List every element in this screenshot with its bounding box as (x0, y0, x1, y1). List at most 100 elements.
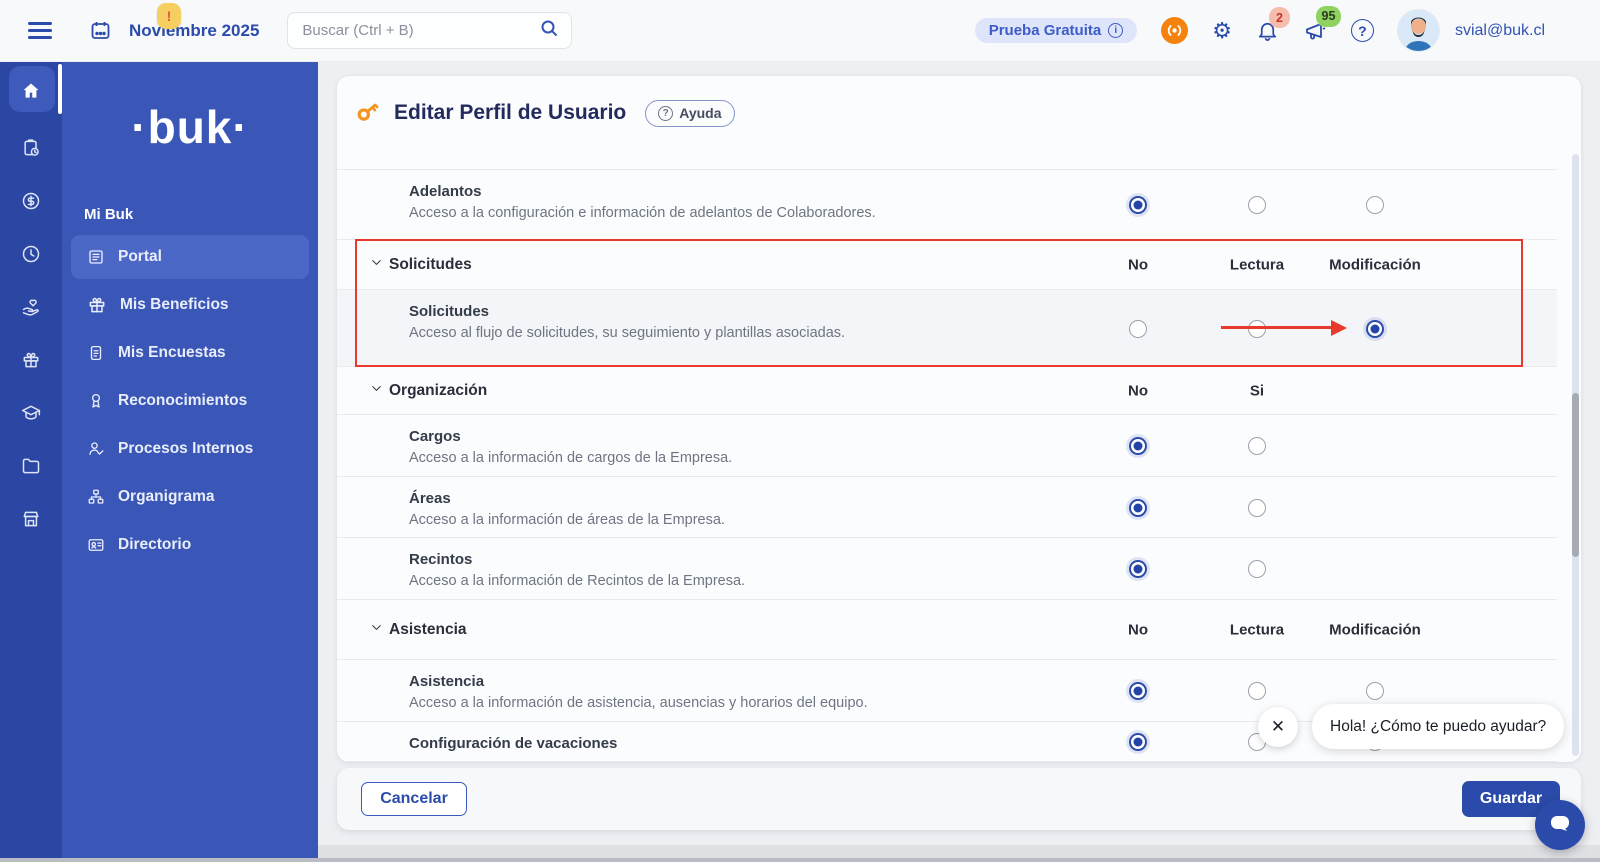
search-box[interactable] (287, 12, 573, 49)
permission-title: Cargos (409, 428, 461, 445)
chat-bubble-icon (1548, 812, 1572, 839)
sidebar-item-mis-beneficios[interactable]: Mis Beneficios (71, 283, 309, 327)
chevron-down-icon[interactable] (369, 255, 384, 275)
sidebar-item-organigrama[interactable]: Organigrama (71, 475, 309, 519)
chat-greeting-bubble[interactable]: Hola! ¿Cómo te puedo ayudar? (1312, 704, 1565, 749)
permission-radio[interactable] (1129, 437, 1147, 455)
key-icon (355, 98, 381, 129)
buk-logo: ·buk· (131, 101, 249, 153)
chat-launcher-button[interactable] (1535, 800, 1585, 850)
icon-rail (0, 62, 62, 859)
sidebar-item-label: Mis Encuestas (118, 344, 226, 361)
sidebar: ·buk· Mi Buk Portal Mis Beneficios Mis Enc… (62, 62, 318, 859)
section-header-asistencia[interactable]: Asistencia No Lectura Modificación (337, 600, 1557, 660)
permission-radio[interactable] (1129, 682, 1147, 700)
rail-item-folder[interactable] (0, 442, 62, 495)
permission-radio[interactable] (1129, 319, 1147, 338)
help-circle-icon: ? (658, 105, 674, 121)
permission-description: Acceso a la configuración e información … (409, 205, 876, 221)
trial-label: Prueba Gratuita (988, 22, 1102, 39)
money-icon (21, 191, 41, 216)
rail-item-graduation-cap[interactable] (0, 389, 62, 442)
announcements-megaphone-icon[interactable]: 95 (1303, 5, 1341, 43)
permission-row-recintos: Recintos Acceso a la información de Recin… (337, 538, 1557, 600)
settings-gear-icon[interactable]: ⚙ (1212, 19, 1232, 42)
help-button[interactable]: ? Ayuda (645, 99, 735, 127)
search-icon[interactable] (540, 19, 559, 43)
section-title: Solicitudes (389, 255, 472, 273)
sidebar-item-directorio[interactable]: Directorio (71, 523, 309, 567)
person-check-icon (87, 440, 105, 458)
permission-radio[interactable] (1129, 560, 1147, 578)
permission-radio[interactable] (1366, 319, 1384, 338)
section-header-solicitudes[interactable]: Solicitudes No Lectura Modificación (337, 240, 1557, 290)
sidebar-item-portal[interactable]: Portal (71, 235, 309, 279)
portal-icon (87, 248, 105, 266)
rail-item-hand-heart[interactable] (0, 283, 62, 336)
permission-text: Asistencia Acceso a la información de asi… (409, 673, 868, 711)
period-warning-badge: ! (157, 3, 181, 29)
permission-radio[interactable] (1366, 196, 1384, 214)
info-icon: i (1108, 23, 1124, 38)
announcement-count-badge: 95 (1315, 5, 1341, 27)
column-header-modificación: Modificación (1329, 621, 1421, 638)
window-edge-strip (0, 858, 1600, 862)
sidebar-section-label: Mi Buk (84, 206, 134, 223)
permission-radio[interactable] (1366, 682, 1384, 700)
search-input[interactable] (300, 21, 541, 40)
org-chart-icon (87, 488, 105, 506)
cancel-button[interactable]: Cancelar (361, 782, 467, 816)
user-avatar[interactable] (1397, 10, 1439, 51)
permission-radio[interactable] (1248, 560, 1266, 578)
permission-text: Solicitudes Acceso al flujo de solicitude… (409, 303, 845, 341)
calendar-icon[interactable] (90, 20, 111, 41)
page-title: Editar Perfil de Usuario (394, 101, 627, 124)
permission-description: Acceso al flujo de solicitudes, su segui… (409, 325, 846, 341)
sidebar-item-reconocimientos[interactable]: Reconocimientos (71, 379, 309, 423)
user-email[interactable]: svial@buk.cl (1455, 22, 1545, 40)
permission-title: Adelantos (409, 183, 482, 200)
broadcast-icon[interactable] (1161, 17, 1189, 44)
permission-row-áreas: Áreas Acceso a la información de áreas de… (337, 477, 1557, 538)
permission-radio[interactable] (1248, 196, 1266, 214)
chat-close-button[interactable]: ✕ (1258, 707, 1298, 747)
help-question-icon[interactable]: ? (1350, 19, 1374, 42)
permission-radio[interactable] (1129, 196, 1147, 214)
column-header-si: Si (1249, 382, 1265, 399)
permissions-table: Adelantos Acceso a la configuración e inf… (337, 150, 1557, 762)
storefront-icon (21, 509, 41, 534)
permission-row-solicitudes: Solicitudes Acceso al flujo de solicitude… (337, 290, 1557, 367)
permission-radio[interactable] (1248, 437, 1266, 455)
permission-title: Configuración de vacaciones (409, 735, 618, 752)
permission-description: Acceso a la información de cargos de la … (409, 450, 733, 466)
column-header-lectura: Lectura (1229, 256, 1285, 273)
section-header-organización[interactable]: Organización No Si (337, 367, 1557, 415)
permission-radio[interactable] (1248, 498, 1266, 517)
chevron-down-icon[interactable] (369, 381, 384, 401)
table-scrollbar-thumb[interactable] (1572, 393, 1579, 557)
gift-icon (21, 350, 41, 375)
permission-radio[interactable] (1248, 319, 1266, 338)
rail-item-money[interactable] (0, 177, 62, 230)
permission-radio[interactable] (1248, 682, 1266, 700)
chevron-down-icon[interactable] (369, 620, 384, 640)
permission-row-cargos: Cargos Acceso a la información de cargos … (337, 415, 1557, 477)
permission-text: Recintos Acceso a la información de Recin… (409, 551, 745, 589)
trial-pill[interactable]: Prueba Gratuita i (974, 18, 1138, 43)
rail-item-storefront[interactable] (0, 495, 62, 548)
graduation-cap-icon (21, 403, 41, 428)
notifications-bell-icon[interactable]: 2 (1256, 7, 1290, 42)
hamburger-menu-icon[interactable] (28, 22, 52, 39)
rail-item-gift[interactable] (0, 336, 62, 389)
rail-item-clock[interactable] (0, 230, 62, 283)
current-period-label[interactable]: Noviembre 2025 (129, 21, 259, 41)
permission-text: Adelantos Acceso a la configuración e inf… (409, 183, 876, 221)
help-label: Ayuda (679, 105, 722, 121)
edit-profile-card: Editar Perfil de Usuario ? Ayuda Adelant… (337, 76, 1581, 762)
rail-item-home[interactable] (0, 62, 62, 124)
permission-radio[interactable] (1129, 733, 1147, 751)
rail-item-clipboard-clock[interactable] (0, 124, 62, 177)
permission-radio[interactable] (1129, 498, 1147, 517)
sidebar-item-procesos-internos[interactable]: Procesos Internos (71, 427, 309, 471)
sidebar-item-mis-encuestas[interactable]: Mis Encuestas (71, 331, 309, 375)
